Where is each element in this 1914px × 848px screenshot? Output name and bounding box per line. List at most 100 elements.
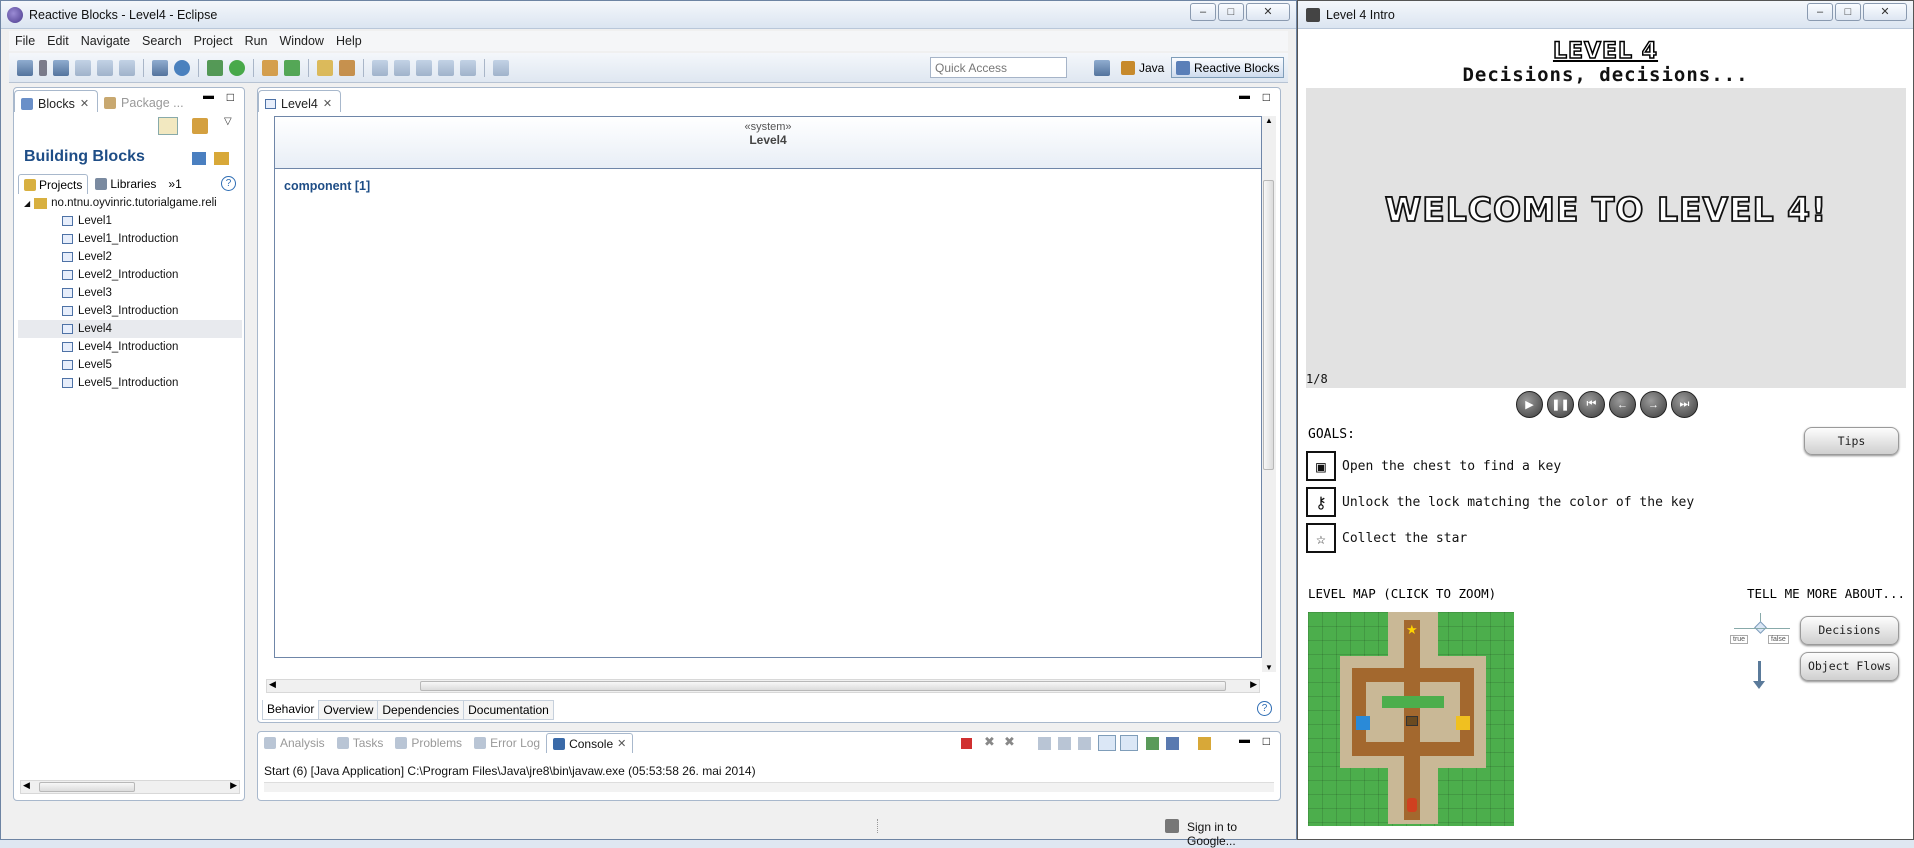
block-icon[interactable] — [262, 59, 278, 76]
clear-console-icon[interactable] — [1038, 737, 1051, 750]
editor-vscroll-thumb[interactable] — [1263, 180, 1274, 470]
link-editor-icon[interactable] — [158, 117, 178, 135]
folder-icon[interactable] — [317, 59, 333, 76]
new-icon[interactable] — [17, 59, 33, 76]
tree-item-level3-introduction[interactable]: Level3_Introduction — [62, 302, 178, 320]
help-icon[interactable]: ? — [221, 176, 236, 191]
menu-search[interactable]: Search — [136, 34, 188, 48]
menu-window[interactable]: Window — [274, 34, 330, 48]
console-scrollbar[interactable] — [264, 782, 1274, 792]
minimize-button[interactable]: – — [1190, 3, 1216, 21]
menu-project[interactable]: Project — [188, 34, 239, 48]
editor-horizontal-scrollbar[interactable]: ◀ ▶ — [266, 679, 1260, 693]
maximize-button[interactable]: □ — [1218, 3, 1244, 21]
quick-access-input[interactable]: Quick Access — [930, 57, 1067, 78]
close-button[interactable]: ✕ — [1246, 3, 1290, 21]
tree-item-level1[interactable]: Level1 — [62, 212, 112, 230]
component-label[interactable]: component [1] — [284, 179, 370, 193]
previous-slide-button[interactable]: ← — [1609, 391, 1636, 418]
tree-item-level2[interactable]: Level2 — [62, 248, 112, 266]
next-annotation-icon[interactable] — [394, 59, 410, 76]
annotation-icon[interactable] — [372, 59, 388, 76]
scroll-right-icon[interactable]: ▶ — [1250, 679, 1257, 690]
close-tab-icon[interactable]: ✕ — [323, 97, 332, 110]
save-all-icon[interactable] — [97, 59, 113, 76]
tree-horizontal-scrollbar[interactable]: ◀ ▶ — [20, 780, 240, 794]
next-slide-button[interactable]: → — [1640, 391, 1667, 418]
google-account-icon[interactable] — [1165, 819, 1179, 833]
refresh-icon[interactable] — [284, 59, 300, 76]
menu-edit[interactable]: Edit — [41, 34, 75, 48]
project-node[interactable]: ◢ no.ntnu.oyvinric.tutorialgame.reli — [24, 194, 217, 212]
perspective-java[interactable]: Java — [1117, 57, 1168, 78]
print-icon[interactable] — [119, 59, 135, 76]
tab-level4-editor[interactable]: Level4 ✕ — [258, 90, 342, 112]
run-icon[interactable] — [229, 59, 245, 76]
close-tab-icon[interactable]: ✕ — [80, 97, 89, 110]
build-icon[interactable] — [152, 59, 168, 76]
tree-item-level5[interactable]: Level5 — [62, 356, 112, 374]
open-console-icon[interactable] — [1198, 737, 1211, 750]
word-wrap-icon[interactable] — [1078, 737, 1091, 750]
globe-icon[interactable] — [174, 59, 190, 76]
tab-behavior[interactable]: Behavior — [262, 700, 319, 720]
first-slide-button[interactable]: ⏮ — [1578, 391, 1605, 418]
tab-overview[interactable]: Overview — [318, 700, 378, 720]
tab-problems[interactable]: Problems — [389, 736, 468, 750]
tab-dependencies[interactable]: Dependencies — [377, 700, 464, 720]
system-block[interactable]: «system» Level4 component [1] — [274, 116, 1262, 658]
subtab-more[interactable]: »1 — [163, 174, 186, 194]
tree-item-level4[interactable]: Level4 — [18, 320, 242, 338]
edit-icon[interactable] — [192, 118, 208, 134]
new-block-icon[interactable] — [192, 152, 206, 165]
tab-console[interactable]: Console ✕ — [546, 733, 634, 753]
expand-arrow-icon[interactable]: ◢ — [24, 199, 30, 208]
pin-console-icon[interactable] — [1146, 737, 1159, 750]
game-minimize-button[interactable]: – — [1807, 3, 1833, 21]
tree-item-level4-introduction[interactable]: Level4_Introduction — [62, 338, 178, 356]
editor-hscroll-thumb[interactable] — [420, 681, 1226, 691]
menu-run[interactable]: Run — [239, 34, 274, 48]
decisions-button[interactable]: Decisions — [1800, 616, 1899, 645]
open-icon[interactable] — [53, 59, 69, 76]
last-slide-button[interactable]: ⏭ — [1671, 391, 1698, 418]
view-menu-icon[interactable]: ▽ — [224, 116, 232, 127]
tab-documentation[interactable]: Documentation — [463, 700, 554, 720]
minimize-console-icon[interactable]: ▬ — [1239, 734, 1250, 746]
tab-analysis[interactable]: Analysis — [258, 736, 331, 750]
tree-item-level3[interactable]: Level3 — [62, 284, 112, 302]
tree-scroll-thumb[interactable] — [39, 782, 135, 792]
minimize-editor-icon[interactable]: ▬ — [1239, 90, 1250, 102]
tips-button[interactable]: Tips — [1804, 427, 1899, 455]
object-flows-button[interactable]: Object Flows — [1800, 652, 1899, 681]
menu-navigate[interactable]: Navigate — [75, 34, 136, 48]
tree-item-level2-introduction[interactable]: Level2_Introduction — [62, 266, 178, 284]
close-tab-icon[interactable]: ✕ — [617, 737, 626, 750]
maximize-editor-icon[interactable]: □ — [1263, 90, 1270, 104]
pin-icon[interactable] — [493, 59, 509, 76]
open-perspective-icon[interactable] — [1094, 60, 1110, 76]
maximize-console-icon[interactable]: □ — [1263, 734, 1270, 748]
forward-icon[interactable] — [460, 59, 476, 76]
new-dropdown-icon[interactable] — [39, 59, 47, 76]
game-maximize-button[interactable]: □ — [1835, 3, 1861, 21]
scroll-lock-icon[interactable] — [1058, 737, 1071, 750]
remove-launch-icon[interactable]: ✖ — [984, 734, 995, 750]
scroll-left-icon[interactable]: ◀ — [23, 780, 30, 791]
level-map[interactable]: ★ — [1308, 612, 1514, 826]
play-button[interactable]: ▶ — [1516, 391, 1543, 418]
new-folder-icon[interactable] — [214, 152, 229, 165]
scroll-left-icon[interactable]: ◀ — [269, 679, 276, 690]
scroll-down-icon[interactable]: ▼ — [1262, 663, 1276, 672]
pause-button[interactable]: ❚❚ — [1547, 391, 1574, 418]
tree-item-level1-introduction[interactable]: Level1_Introduction — [62, 230, 178, 248]
tab-package-explorer[interactable]: Package ... — [98, 90, 192, 112]
tab-tasks[interactable]: Tasks — [331, 736, 390, 750]
editor-help-icon[interactable]: ? — [1257, 701, 1272, 716]
game-close-button[interactable]: ✕ — [1863, 3, 1907, 21]
remove-all-icon[interactable]: ✖ — [1004, 734, 1015, 750]
scroll-right-icon[interactable]: ▶ — [230, 780, 237, 791]
subtab-projects[interactable]: Projects — [18, 174, 89, 194]
save-icon[interactable] — [75, 59, 91, 76]
menu-help[interactable]: Help — [330, 34, 368, 48]
